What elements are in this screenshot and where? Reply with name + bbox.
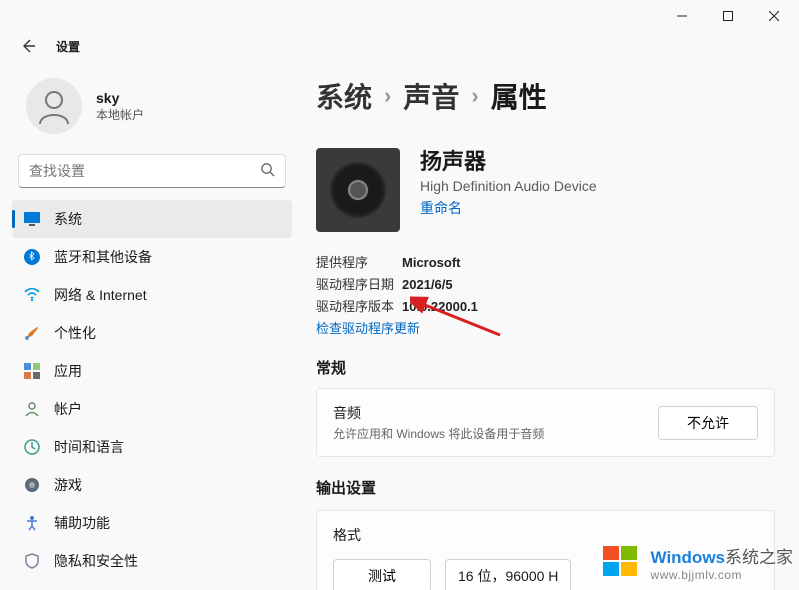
user-profile[interactable]: sky 本地帐户 xyxy=(12,74,292,150)
audio-label: 音频 xyxy=(333,403,544,423)
maximize-icon xyxy=(723,11,733,21)
breadcrumb-system[interactable]: 系统 xyxy=(316,76,372,116)
audio-description: 允许应用和 Windows 将此设备用于音频 xyxy=(333,425,544,442)
app-title: 设置 xyxy=(56,38,80,55)
search-box[interactable] xyxy=(18,154,286,188)
back-button[interactable] xyxy=(16,34,40,58)
sidebar-item-label: 隐私和安全性 xyxy=(54,551,138,571)
sidebar-item-accounts[interactable]: 帐户 xyxy=(12,390,292,428)
window-titlebar xyxy=(0,0,799,32)
output-format-card: 格式 测试 16 位，96000 H xyxy=(316,510,775,590)
accessibility-icon xyxy=(24,515,40,531)
sidebar-item-time-language[interactable]: 时间和语言 xyxy=(12,428,292,466)
arrow-left-icon xyxy=(20,38,36,54)
sidebar-item-network[interactable]: 网络 & Internet xyxy=(12,276,292,314)
bluetooth-icon xyxy=(24,249,40,265)
driver-date-value: 2021/6/5 xyxy=(402,274,453,296)
driver-version-label: 驱动程序版本 xyxy=(316,296,402,318)
paintbrush-icon xyxy=(24,325,40,341)
breadcrumb: 系统 › 声音 › 属性 xyxy=(316,76,775,116)
sidebar-item-system[interactable]: 系统 xyxy=(12,200,292,238)
sidebar-item-privacy[interactable]: 隐私和安全性 xyxy=(12,542,292,580)
audio-permission-card: 音频 允许应用和 Windows 将此设备用于音频 不允许 xyxy=(316,388,775,457)
sidebar-item-apps[interactable]: 应用 xyxy=(12,352,292,390)
close-icon xyxy=(769,11,779,21)
sidebar-item-accessibility[interactable]: 辅助功能 xyxy=(12,504,292,542)
minimize-button[interactable] xyxy=(659,0,705,32)
driver-version-value: 10.0.22000.1 xyxy=(402,296,478,318)
sidebar-item-label: 蓝牙和其他设备 xyxy=(54,247,152,267)
sidebar-item-gaming[interactable]: 游戏 xyxy=(12,466,292,504)
sidebar-item-label: 帐户 xyxy=(54,399,82,419)
sidebar-item-label: 时间和语言 xyxy=(54,437,124,457)
clock-globe-icon xyxy=(24,439,40,455)
sidebar-item-bluetooth[interactable]: 蓝牙和其他设备 xyxy=(12,238,292,276)
deny-button[interactable]: 不允许 xyxy=(658,406,758,440)
sidebar-item-label: 个性化 xyxy=(54,323,96,343)
user-name: sky xyxy=(96,90,144,106)
sidebar-item-personalization[interactable]: 个性化 xyxy=(12,314,292,352)
output-section-title: 输出设置 xyxy=(316,477,775,498)
shield-icon xyxy=(24,553,40,569)
device-header: 扬声器 High Definition Audio Device 重命名 xyxy=(316,144,775,232)
device-subtitle: High Definition Audio Device xyxy=(420,178,597,194)
display-icon xyxy=(24,211,40,227)
breadcrumb-sound[interactable]: 声音 xyxy=(403,76,459,116)
sidebar-item-label: 应用 xyxy=(54,361,82,381)
provider-value: Microsoft xyxy=(402,252,461,274)
device-title: 扬声器 xyxy=(420,144,597,176)
rename-link[interactable]: 重命名 xyxy=(420,198,597,218)
user-subtitle: 本地帐户 xyxy=(96,106,144,123)
apps-icon xyxy=(24,363,40,379)
format-dropdown[interactable]: 16 位，96000 H xyxy=(445,559,571,590)
test-button[interactable]: 测试 xyxy=(333,559,431,590)
provider-label: 提供程序 xyxy=(316,252,402,274)
sidebar-item-label: 网络 & Internet xyxy=(54,285,147,305)
chevron-right-icon: › xyxy=(384,83,391,109)
avatar xyxy=(26,78,82,134)
main-content: 系统 › 声音 › 属性 扬声器 High Definition Audio D… xyxy=(300,64,799,590)
search-icon xyxy=(260,162,275,180)
driver-date-label: 驱动程序日期 xyxy=(316,274,402,296)
gamepad-icon xyxy=(24,477,40,493)
sidebar-item-label: 系统 xyxy=(54,209,82,229)
close-button[interactable] xyxy=(751,0,797,32)
sidebar-item-label: 游戏 xyxy=(54,475,82,495)
chevron-right-icon: › xyxy=(471,83,478,109)
minimize-icon xyxy=(677,11,687,21)
speaker-device-icon xyxy=(316,148,400,232)
maximize-button[interactable] xyxy=(705,0,751,32)
person-icon xyxy=(34,86,74,126)
format-label: 格式 xyxy=(333,525,758,545)
general-section-title: 常规 xyxy=(316,357,775,378)
sidebar-item-label: 辅助功能 xyxy=(54,513,110,533)
wifi-icon xyxy=(24,287,40,303)
breadcrumb-properties: 属性 xyxy=(491,76,547,116)
person-icon xyxy=(24,401,40,417)
check-driver-update-link[interactable]: 检查驱动程序更新 xyxy=(316,318,775,337)
sidebar: sky 本地帐户 系统 蓝牙和其他设备 xyxy=(0,64,300,590)
search-input[interactable] xyxy=(29,163,260,179)
